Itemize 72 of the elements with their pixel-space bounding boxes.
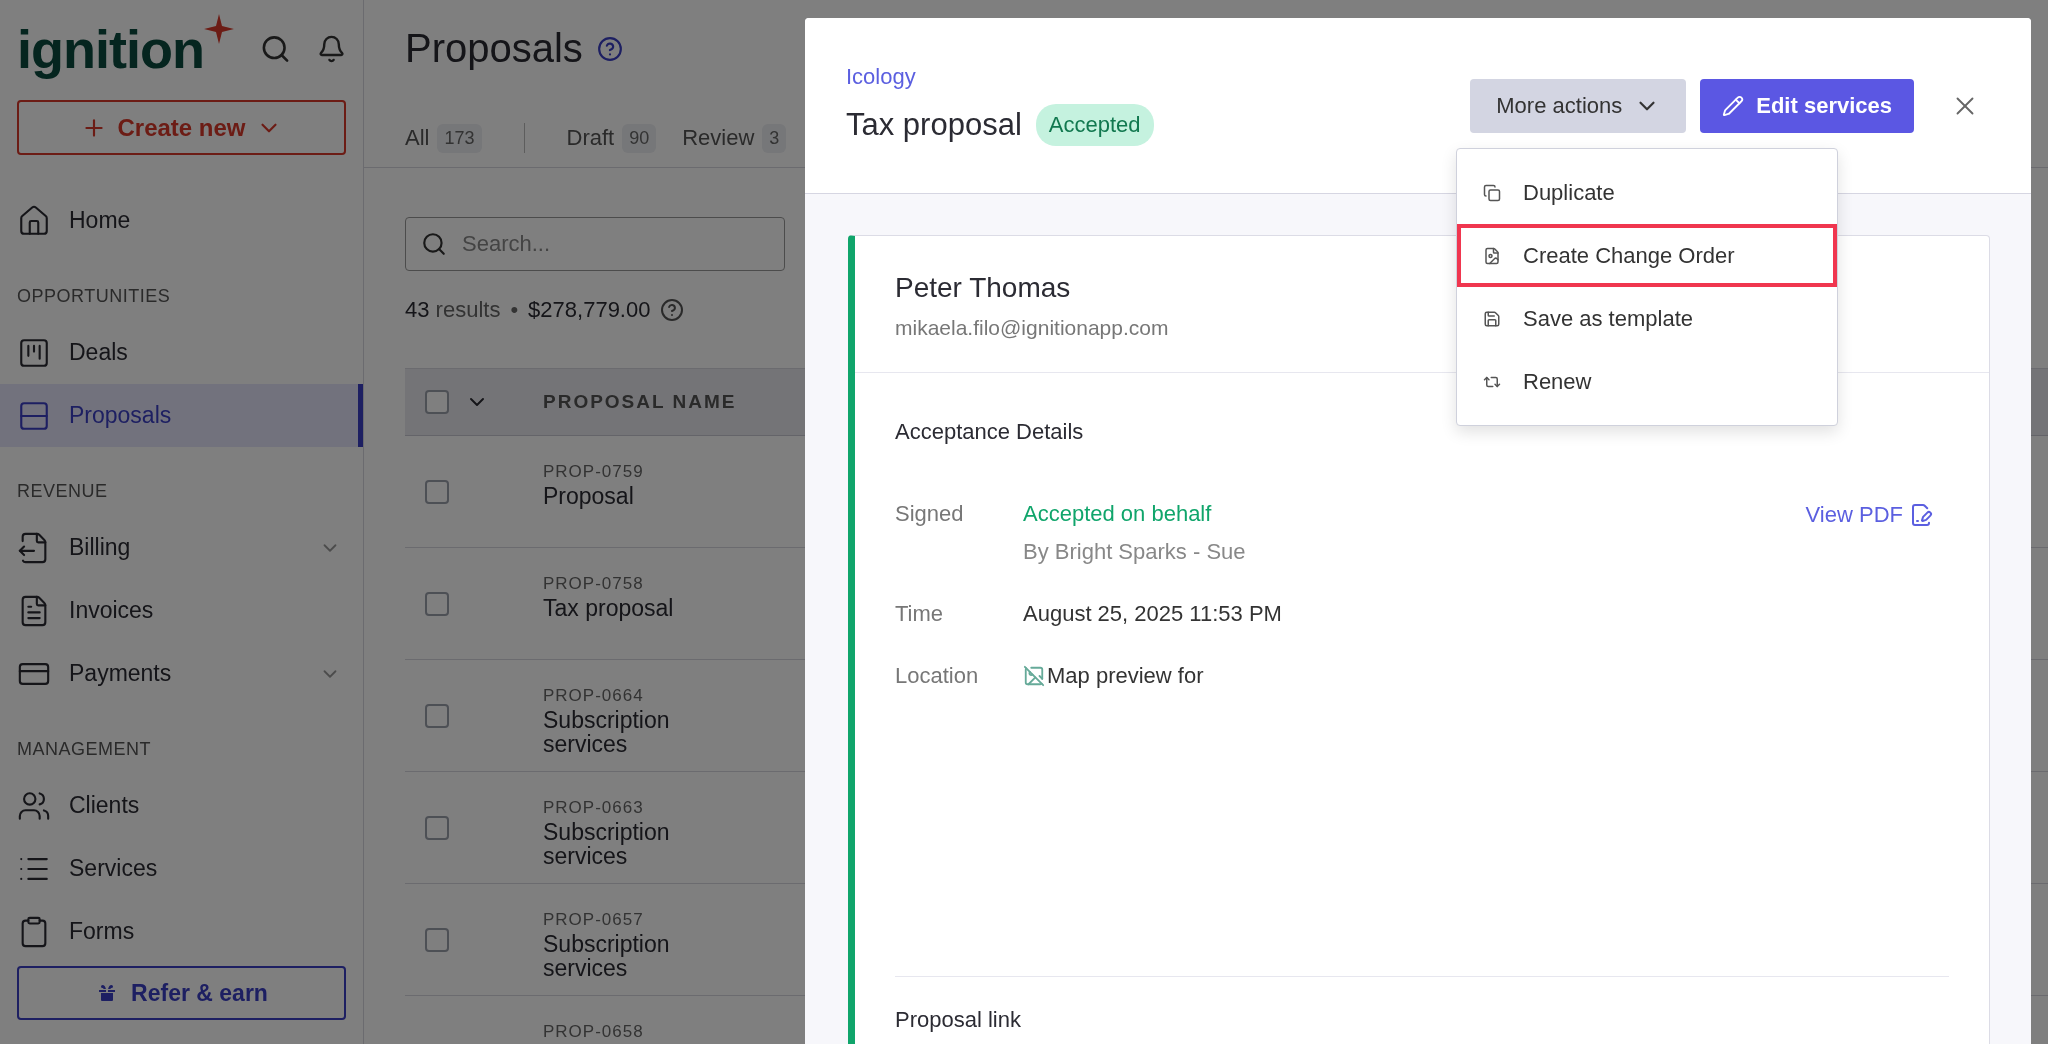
nav-item[interactable]: Deals <box>0 321 363 384</box>
status-badge: Accepted <box>1035 104 1154 146</box>
document-icon <box>1483 246 1501 265</box>
section-title: Proposal link <box>895 1007 1022 1033</box>
column-header: PROPOSAL NAME <box>543 391 737 413</box>
total-amount: $278,779.00 <box>528 297 651 323</box>
detail-label: Signed <box>895 501 965 528</box>
row-checkbox[interactable] <box>425 592 449 616</box>
detail-label: Time <box>895 601 945 627</box>
select-all-checkbox[interactable] <box>425 390 449 414</box>
row-checkbox[interactable] <box>425 480 449 504</box>
document-edit-icon <box>1909 503 1933 527</box>
sparkle-icon <box>203 14 234 44</box>
broken-image-icon <box>1023 665 1045 687</box>
menu-item[interactable]: Create Change Order <box>1457 224 1837 287</box>
row-checkbox[interactable] <box>425 928 449 952</box>
proposal-name[interactable]: Tax proposal <box>543 596 713 621</box>
pencil-icon <box>1722 95 1745 117</box>
nav-item[interactable]: Proposals <box>0 384 363 447</box>
proposal-name[interactable]: Subscription services <box>543 820 713 869</box>
proposal-name[interactable]: Subscription services <box>543 708 713 757</box>
search-field[interactable]: Search... <box>405 217 785 271</box>
section-heading: OPPORTUNITIES <box>16 286 172 307</box>
row-checkbox[interactable] <box>425 704 449 728</box>
filter-tab[interactable]: Draft 90 <box>566 123 657 153</box>
nav-item[interactable]: Home <box>0 189 363 252</box>
time-value: August 25, 2025 11:53 PM <box>1023 601 1283 627</box>
signer-text: By Bright Sparks - Sue <box>1023 539 1247 565</box>
menu-item[interactable]: Save as template <box>1457 287 1837 350</box>
proposal-id: PROP-0758 <box>543 574 645 594</box>
more-actions-button[interactable]: More actions <box>1470 79 1687 133</box>
client-email: mikaela.filo@ignitionapp.com <box>895 316 1169 340</box>
row-checkbox[interactable] <box>425 816 449 840</box>
search-icon <box>421 231 447 257</box>
copy-icon <box>1483 183 1501 202</box>
client-name: Peter Thomas <box>895 272 1072 304</box>
nav-item[interactable]: Services <box>0 837 363 900</box>
detail-label: Location <box>895 663 980 689</box>
proposal-id: PROP-0664 <box>543 686 645 706</box>
menu-item[interactable]: Renew <box>1457 350 1837 413</box>
create-new-button[interactable]: Create new <box>17 100 346 155</box>
filter-tab[interactable]: Review 3 <box>682 123 787 153</box>
proposal-id: PROP-0657 <box>543 910 645 930</box>
proposal-id: PROP-0759 <box>543 462 645 482</box>
view-pdf-link[interactable]: View PDF <box>1805 501 1933 529</box>
edit-services-button[interactable]: Edit services <box>1700 79 1914 133</box>
nav-item[interactable]: Billing <box>0 516 363 579</box>
refer-button[interactable]: Refer & earn <box>17 966 346 1020</box>
proposal-name[interactable]: Subscription services <box>543 932 713 981</box>
nav-item[interactable]: Payments <box>0 642 363 705</box>
proposal-id: PROP-0658 <box>543 1022 645 1042</box>
results-count: 43 results <box>405 297 501 323</box>
page-title: Proposals <box>405 26 583 71</box>
bell-icon[interactable] <box>316 34 346 64</box>
nav-item[interactable]: Clients <box>0 774 363 837</box>
section-heading: MANAGEMENT <box>16 739 152 760</box>
status-text: Accepted on behalf <box>1023 501 1213 527</box>
section-heading: REVENUE <box>16 481 109 502</box>
menu-item[interactable]: Duplicate <box>1457 161 1837 224</box>
nav-item[interactable]: Forms <box>0 900 363 963</box>
proposal-name[interactable]: Proposal <box>543 484 713 509</box>
section-title: Acceptance Details <box>895 419 1085 445</box>
proposal-id: PROP-0663 <box>543 798 645 818</box>
save-icon <box>1483 309 1501 328</box>
client-link[interactable]: Icology <box>846 64 916 89</box>
help-icon[interactable] <box>660 298 685 322</box>
nav-icon <box>17 203 51 238</box>
help-icon[interactable] <box>596 35 623 62</box>
map-alt-text: Map preview for <box>1047 663 1204 689</box>
bullet-separator: • <box>510 297 519 323</box>
nav-item[interactable]: Invoices <box>0 579 363 642</box>
modal-title: Tax proposal <box>846 107 1022 143</box>
